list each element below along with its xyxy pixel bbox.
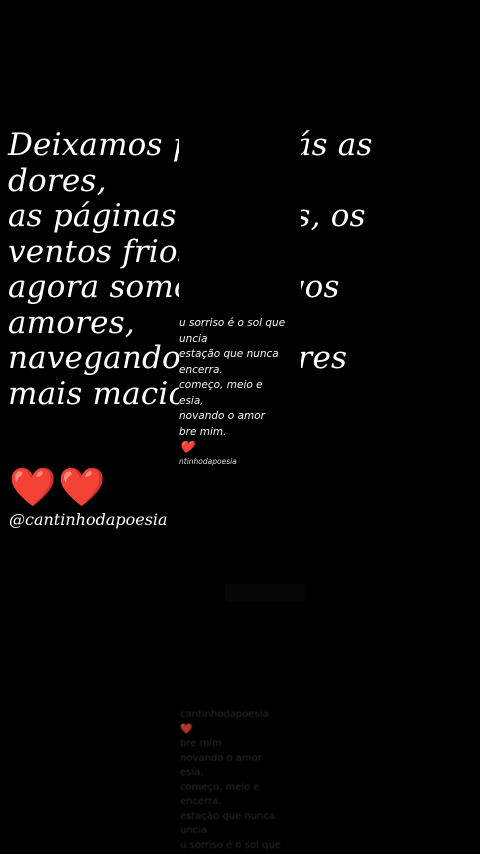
inner-poem-line: encerra. <box>179 363 223 376</box>
faded-line: cantinhodapoesia <box>180 709 269 720</box>
inner-poem-line: u sorriso é o sol que <box>179 317 286 329</box>
inner-author-handle: ntinhodapoesia <box>179 456 237 466</box>
inner-poem-line: estação que nunca <box>179 348 279 360</box>
inner-poem-line: bre mim. <box>179 425 227 438</box>
faded-line: estação que nunca <box>180 810 275 822</box>
faded-line: começo, meio e <box>180 781 260 793</box>
mirrored-faded-text: cantinhodapoesia ❤️ bre mim. novando o a… <box>180 708 310 853</box>
faded-line: uncia <box>180 825 208 836</box>
faded-block <box>225 584 305 602</box>
heart-emoji: ❤️ <box>179 440 194 454</box>
faded-line: encerra. <box>180 796 222 807</box>
faded-heart: ❤️ <box>180 723 193 735</box>
inner-poem-line: começo, meio e <box>179 379 263 391</box>
faded-line: bre mim. <box>180 738 226 749</box>
faded-line: u sorriso é o sol que <box>180 839 281 851</box>
inner-post-card: u sorriso é o sol que uncia estação que … <box>179 132 301 468</box>
author-handle[interactable]: @cantinhodapoesia <box>9 509 168 531</box>
faded-line: novando o amor <box>180 752 262 764</box>
hearts-emoji: ❤️❤️ <box>9 465 108 509</box>
inner-poem-line: uncia <box>179 332 208 345</box>
story-canvas: Deixamos p ara trás as dores, as páginas… <box>0 0 480 854</box>
faded-line: esia, <box>180 767 204 778</box>
inner-poem-line: esia, <box>179 394 204 407</box>
inner-poem-line: novando o amor <box>179 410 265 422</box>
inner-poem-text: u sorriso é o sol que uncia estação que … <box>179 316 301 468</box>
